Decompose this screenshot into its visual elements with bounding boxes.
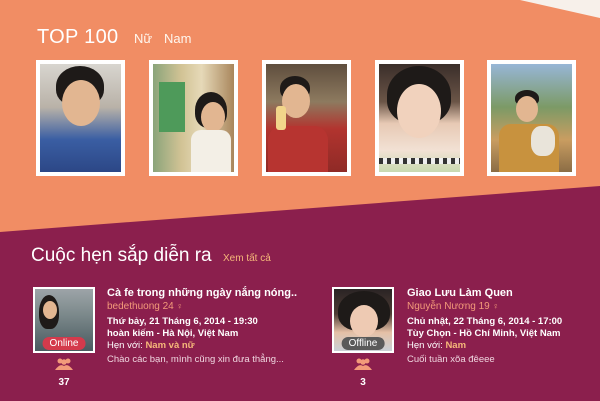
top-profile-photo-3[interactable] [262, 60, 351, 176]
tab-male[interactable]: Nam [164, 31, 191, 46]
meet-with-label: Hẹn với: [407, 340, 446, 351]
date-card-2-location: Tùy Chọn - Hồ Chí Minh, Việt Nam [407, 328, 561, 339]
date-card-2-description: Cuối tuần xõa đêeee [407, 354, 495, 365]
upcoming-dates-heading: Cuộc hẹn sắp diễn ra [31, 245, 212, 266]
tab-female[interactable]: Nữ [134, 31, 152, 46]
profile-image [379, 64, 460, 172]
top100-title: TOP 100 [37, 26, 119, 48]
see-all-link[interactable]: Xem tất cả [223, 253, 271, 264]
glass-shape [276, 106, 286, 130]
date-card-2-host[interactable]: Nguyễn Nương 19 ♀ [407, 301, 499, 312]
attendee-count: 3 [360, 377, 366, 388]
female-symbol-icon: ♀ [492, 301, 500, 311]
meet-with-label: Hẹn với: [107, 340, 146, 351]
date-card-1-location: hoàn kiếm - Hà Nội, Việt Nam [107, 328, 239, 339]
face-shape [350, 305, 378, 337]
film-strip-decoration [379, 158, 460, 164]
meet-with-value: Nam và nữ [145, 340, 195, 351]
meet-with-value: Nam [445, 340, 467, 351]
date-card-1-datetime: Thứ bảy, 21 Tháng 6, 2014 - 19:30 [107, 316, 258, 327]
profile-image [266, 64, 347, 172]
profile-image [40, 64, 121, 172]
profile-image [491, 64, 572, 172]
date-card-1-avatar[interactable]: Online [33, 287, 95, 353]
date-card-2-datetime: Chủ nhật, 22 Tháng 6, 2014 - 17:00 [407, 316, 563, 327]
date-card-1-host[interactable]: bedethuong 24 ♀ [107, 301, 183, 312]
face-shape [62, 80, 100, 126]
date-card-1-description: Chào các bạn, mình cũng xin đưa thẳng... [107, 354, 284, 365]
face-shape [516, 96, 538, 122]
female-symbol-icon: ♀ [176, 301, 184, 311]
face-shape [397, 84, 441, 138]
online-status-badge: Online [42, 337, 86, 350]
date-card-1-meet-with: Hẹn với: Nam và nữ [107, 340, 195, 351]
date-card-1-title[interactable]: Cà fe trong những ngày nắng nóng.. [107, 287, 297, 299]
dog-shape [531, 126, 555, 156]
top-profile-photo-2[interactable] [149, 60, 238, 176]
attendee-count: 37 [58, 377, 70, 388]
top-profile-photo-5[interactable] [487, 60, 576, 176]
face-shape [282, 84, 310, 118]
face-shape [43, 301, 57, 319]
top-profile-photo-4[interactable] [375, 60, 464, 176]
host-name[interactable]: Nguyễn Nương 19 [407, 301, 490, 312]
date-card-2-meet-with: Hẹn với: Nam [407, 340, 466, 351]
date-card-2-title[interactable]: Giao Lưu Làm Quen [407, 287, 513, 299]
profile-image [153, 64, 234, 172]
shirt-shape [268, 126, 328, 172]
host-name[interactable]: bedethuong 24 [107, 301, 174, 312]
offline-status-badge: Offline [341, 337, 385, 350]
people-icon [348, 358, 378, 373]
date-card-2-avatar[interactable]: Offline [332, 287, 394, 353]
shirt-shape [191, 130, 231, 172]
face-shape [201, 102, 225, 132]
door-shape [159, 82, 185, 132]
top-profile-photo-1[interactable] [36, 60, 125, 176]
people-icon [49, 358, 79, 373]
